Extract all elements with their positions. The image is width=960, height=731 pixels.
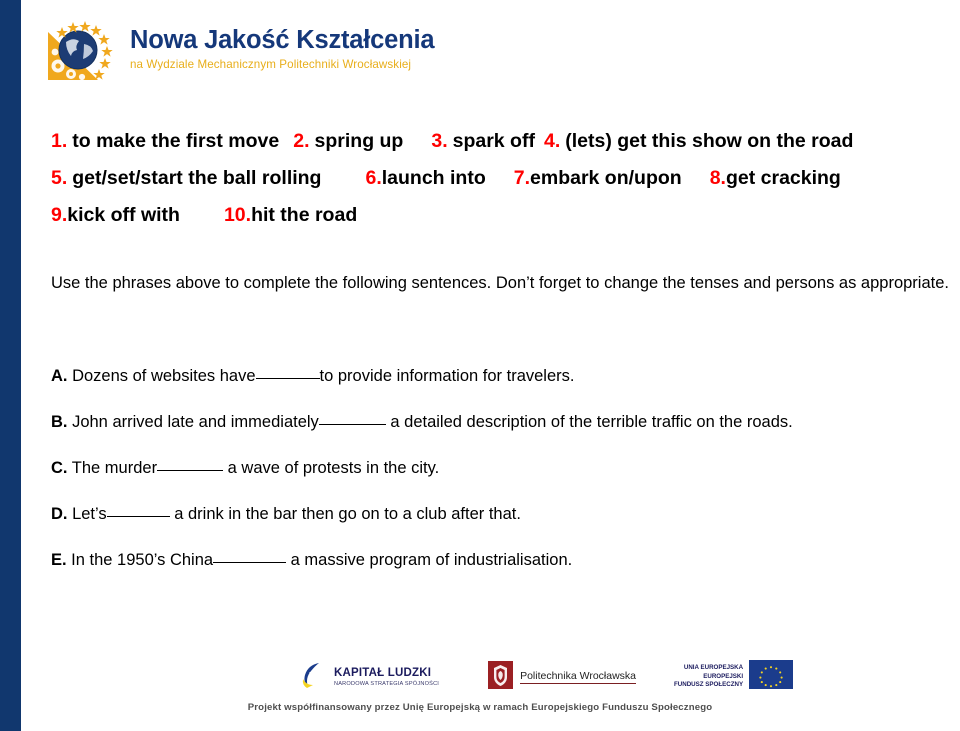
eu-line-1: UNIA EUROPEJSKA: [683, 664, 744, 672]
sentence-d: D. Let’s a drink in the bar then go on t…: [51, 500, 960, 529]
phrase-text-8: get cracking: [725, 167, 841, 189]
phrase-row-1: 1. to make the first move 2. spring up 3. spa…: [51, 123, 960, 160]
sentence-b: B. John arrived late and immediately a d…: [51, 408, 960, 437]
footer-caption: Projekt współfinansowany przez Unię Euro…: [247, 702, 713, 713]
sentence-a-after: to provide information for travelers.: [319, 367, 575, 385]
sentence-letter-c: C.: [51, 459, 68, 477]
exercise-sentences: A. Dozens of websites have to provide inf…: [51, 362, 960, 592]
brand-subtitle: na Wydziale Mechanicznym Politechniki Wr…: [130, 57, 412, 71]
footer-logo-bar: KAPITAŁ LUDZKI NARODOWA STRATEGIA SPÓJNO…: [299, 657, 794, 697]
phrase-number-5: 5.: [51, 167, 68, 189]
phrase-text-7: embark on/upon: [530, 167, 682, 189]
sentence-e-blank[interactable]: [213, 562, 287, 563]
instruction-text: Use the phrases above to complete the fo…: [51, 274, 949, 292]
phrase-list: 1. to make the first move 2. spring up 3. spa…: [51, 123, 960, 234]
sentence-letter-a: A.: [51, 367, 68, 385]
phrase-text-4: (lets) get this show on the road: [565, 130, 854, 152]
phrase-row-3: 9.kick off with 10.hit the road: [51, 197, 960, 234]
sentence-c-blank[interactable]: [157, 470, 224, 471]
politechnika-wroclawska-logo: Politechnika Wrocławska: [488, 660, 636, 694]
phrase-text-5: get/set/start the ball rolling: [72, 167, 322, 189]
sentence-letter-b: B.: [51, 413, 68, 431]
phrase-number-4: 4.: [543, 130, 561, 152]
sentence-d-after: a drink in the bar then go on to a club …: [169, 505, 521, 523]
phrase-number-2: 2.: [293, 130, 310, 152]
sentence-e-before: In the 1950’s China: [66, 551, 214, 569]
unia-europejska-text: UNIA EUROPEJSKA EUROPEJSKI FUNDUSZ SPOŁE…: [674, 664, 743, 689]
sentence-b-before: John arrived late and immediately: [67, 413, 319, 431]
sentence-a-blank[interactable]: [255, 378, 320, 379]
phrase-text-10: hit the road: [251, 204, 358, 226]
eu-flag-icon: [749, 660, 794, 694]
kapital-ludzki-star-swoosh-icon: [299, 660, 329, 695]
brand-text: Nowa Jakość Kształcenia na Wydziale Mech…: [130, 26, 435, 73]
slide-content: Nowa Jakość Kształcenia na Wydziale Mech…: [21, 0, 960, 731]
eu-line-2: EUROPEJSKI: [703, 672, 744, 680]
sentence-e: E. In the 1950’s China a massive program…: [51, 546, 960, 575]
header-branding: Nowa Jakość Kształcenia na Wydziale Mech…: [42, 14, 435, 86]
phrase-row-2: 5. get/set/start the ball rolling 6.launch…: [51, 160, 960, 197]
sentence-b-blank[interactable]: [318, 424, 386, 425]
politechnika-wroclawska-name: Politechnika Wrocławska: [520, 670, 636, 684]
pwr-shield-crest-icon: [488, 660, 514, 694]
eu-line-3: FUNDUSZ SPOŁECZNY: [674, 681, 744, 689]
phrase-number-6: 6.: [365, 167, 382, 189]
sentence-c-before: The murder: [67, 459, 158, 477]
sentence-a: A. Dozens of websites have to provide inf…: [51, 362, 960, 391]
phrase-number-8: 8.: [709, 167, 726, 189]
phrase-number-3: 3.: [431, 130, 448, 152]
sentence-d-before: Let’s: [67, 505, 107, 523]
globe-gears-stars-logo-icon: [42, 14, 120, 86]
sentence-e-after: a massive program of industrialisation.: [286, 551, 573, 569]
kapital-ludzki-title: KAPITAŁ LUDZKI: [334, 666, 432, 679]
sentence-letter-e: E.: [51, 551, 67, 569]
phrase-text-3: spark off: [452, 130, 535, 152]
sentence-c-after: a wave of protests in the city.: [223, 459, 440, 477]
brand-title: Nowa Jakość Kształcenia: [130, 26, 435, 55]
phrase-number-10: 10.: [223, 204, 252, 226]
sentence-b-after: a detailed description of the terrible t…: [385, 413, 793, 431]
kapital-ludzki-text: KAPITAŁ LUDZKI NARODOWA STRATEGIA SPÓJNO…: [334, 667, 439, 688]
phrase-number-9: 9.: [51, 204, 68, 226]
sentence-a-before: Dozens of websites have: [67, 367, 256, 385]
phrase-text-2: spring up: [314, 130, 404, 152]
sentence-letter-d: D.: [51, 505, 68, 523]
kapital-ludzki-subtitle: NARODOWA STRATEGIA SPÓJNOŚCI: [334, 680, 440, 687]
kapital-ludzki-logo: KAPITAŁ LUDZKI NARODOWA STRATEGIA SPÓJNO…: [299, 660, 439, 695]
phrase-number-1: 1.: [51, 130, 68, 152]
phrase-text-6: launch into: [381, 167, 486, 189]
phrase-text-9: kick off with: [67, 204, 180, 226]
left-accent-stripe: [0, 0, 21, 731]
unia-europejska-logo: UNIA EUROPEJSKA EUROPEJSKI FUNDUSZ SPOŁE…: [674, 660, 794, 694]
phrase-text-1: to make the first move: [72, 130, 280, 152]
phrase-number-7: 7.: [513, 167, 531, 189]
sentence-d-blank[interactable]: [106, 516, 170, 517]
sentence-c: C. The murder a wave of protests in the …: [51, 454, 960, 483]
